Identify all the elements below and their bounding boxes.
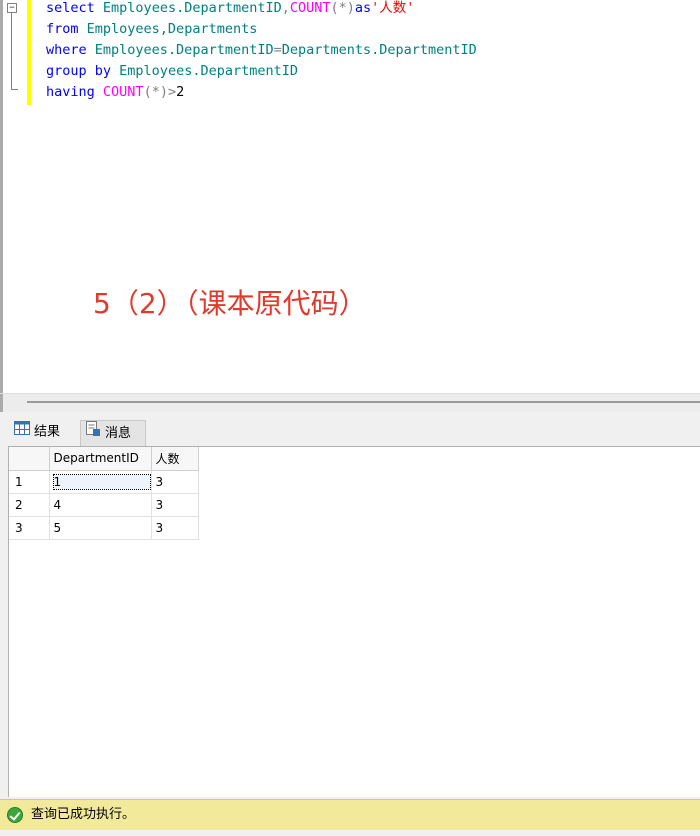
table-row[interactable]: 3 5 3 [9, 516, 199, 540]
keyword: having [46, 84, 95, 100]
function-name: COUNT [102, 84, 144, 100]
operator: = [273, 42, 282, 58]
table-cell[interactable]: 3 [151, 493, 199, 517]
messages-icon [85, 421, 101, 446]
identifier: Departments.DepartmentID [281, 42, 477, 58]
operator: > [167, 84, 177, 100]
status-text: 查询已成功执行。 [31, 807, 136, 822]
code-line-5: having COUNT(*)>2 [46, 83, 184, 101]
operator: , [281, 0, 290, 16]
pane-splitter[interactable] [0, 393, 700, 413]
tab-messages[interactable]: 消息 [80, 420, 146, 446]
code-line-4: group by Employees.DepartmentID [46, 62, 298, 80]
row-number[interactable]: 3 [9, 516, 50, 540]
change-indicator-bar [27, 0, 31, 105]
results-grid[interactable]: DepartmentID 人数 1 1 3 2 4 3 3 5 3 [8, 446, 700, 797]
tab-results[interactable]: 结果 [10, 420, 78, 446]
keyword: as [354, 0, 372, 16]
identifier: Employees.DepartmentID [102, 0, 282, 16]
tab-results-label: 结果 [34, 424, 61, 440]
identifier: Employees.DepartmentID [94, 42, 274, 58]
query-editor[interactable]: − select Employees.DepartmentID,COUNT(*)… [0, 0, 700, 393]
results-table: DepartmentID 人数 1 1 3 2 4 3 3 5 3 [9, 447, 199, 540]
table-cell[interactable]: 1 [49, 470, 152, 494]
row-number[interactable]: 2 [9, 493, 50, 517]
table-cell[interactable]: 5 [49, 516, 152, 540]
code-line-3: where Employees.DepartmentID=Departments… [46, 41, 477, 59]
outline-end [11, 89, 18, 90]
annotation-text: 5（2）（课本原代码） [93, 287, 367, 320]
identifier: Employees,Departments [86, 21, 258, 37]
collapse-toggle-icon[interactable]: − [7, 3, 17, 13]
code-line-1: select Employees.DepartmentID,COUNT(*)as… [46, 0, 414, 17]
table-row[interactable]: 2 4 3 [9, 493, 199, 517]
operator: (*) [330, 0, 355, 16]
editor-margin [3, 0, 27, 393]
grid-corner[interactable] [9, 447, 50, 471]
keyword: where [46, 42, 87, 58]
cell-value: 1 [52, 473, 151, 490]
tab-messages-label: 消息 [105, 426, 132, 441]
identifier: Employees.DepartmentID [119, 63, 298, 79]
outline-line [11, 13, 12, 90]
keyword: select [46, 0, 95, 16]
splitter-handle [27, 401, 700, 403]
table-header-row: DepartmentID 人数 [9, 447, 199, 471]
table-row[interactable]: 1 1 3 [9, 470, 199, 494]
operator: (*) [143, 84, 168, 100]
string-literal: '人数' [371, 0, 415, 16]
splitter-edge [0, 394, 3, 413]
table-cell[interactable]: 4 [49, 493, 152, 517]
grid-icon [14, 420, 30, 444]
number-literal: 2 [176, 84, 185, 100]
row-number[interactable]: 1 [9, 470, 50, 494]
table-cell[interactable]: 3 [151, 516, 199, 540]
function-name: COUNT [289, 0, 331, 16]
keyword: from [46, 21, 79, 37]
column-header[interactable]: DepartmentID [49, 447, 152, 471]
column-header[interactable]: 人数 [151, 447, 199, 471]
code-line-2: from Employees,Departments [46, 20, 257, 38]
success-check-icon [7, 807, 23, 823]
keyword: group by [46, 63, 112, 79]
results-tabs: 结果 消息 [0, 412, 700, 447]
bottom-strip [0, 830, 700, 836]
table-cell[interactable]: 3 [151, 470, 199, 494]
status-bar: 查询已成功执行。 [0, 799, 700, 830]
